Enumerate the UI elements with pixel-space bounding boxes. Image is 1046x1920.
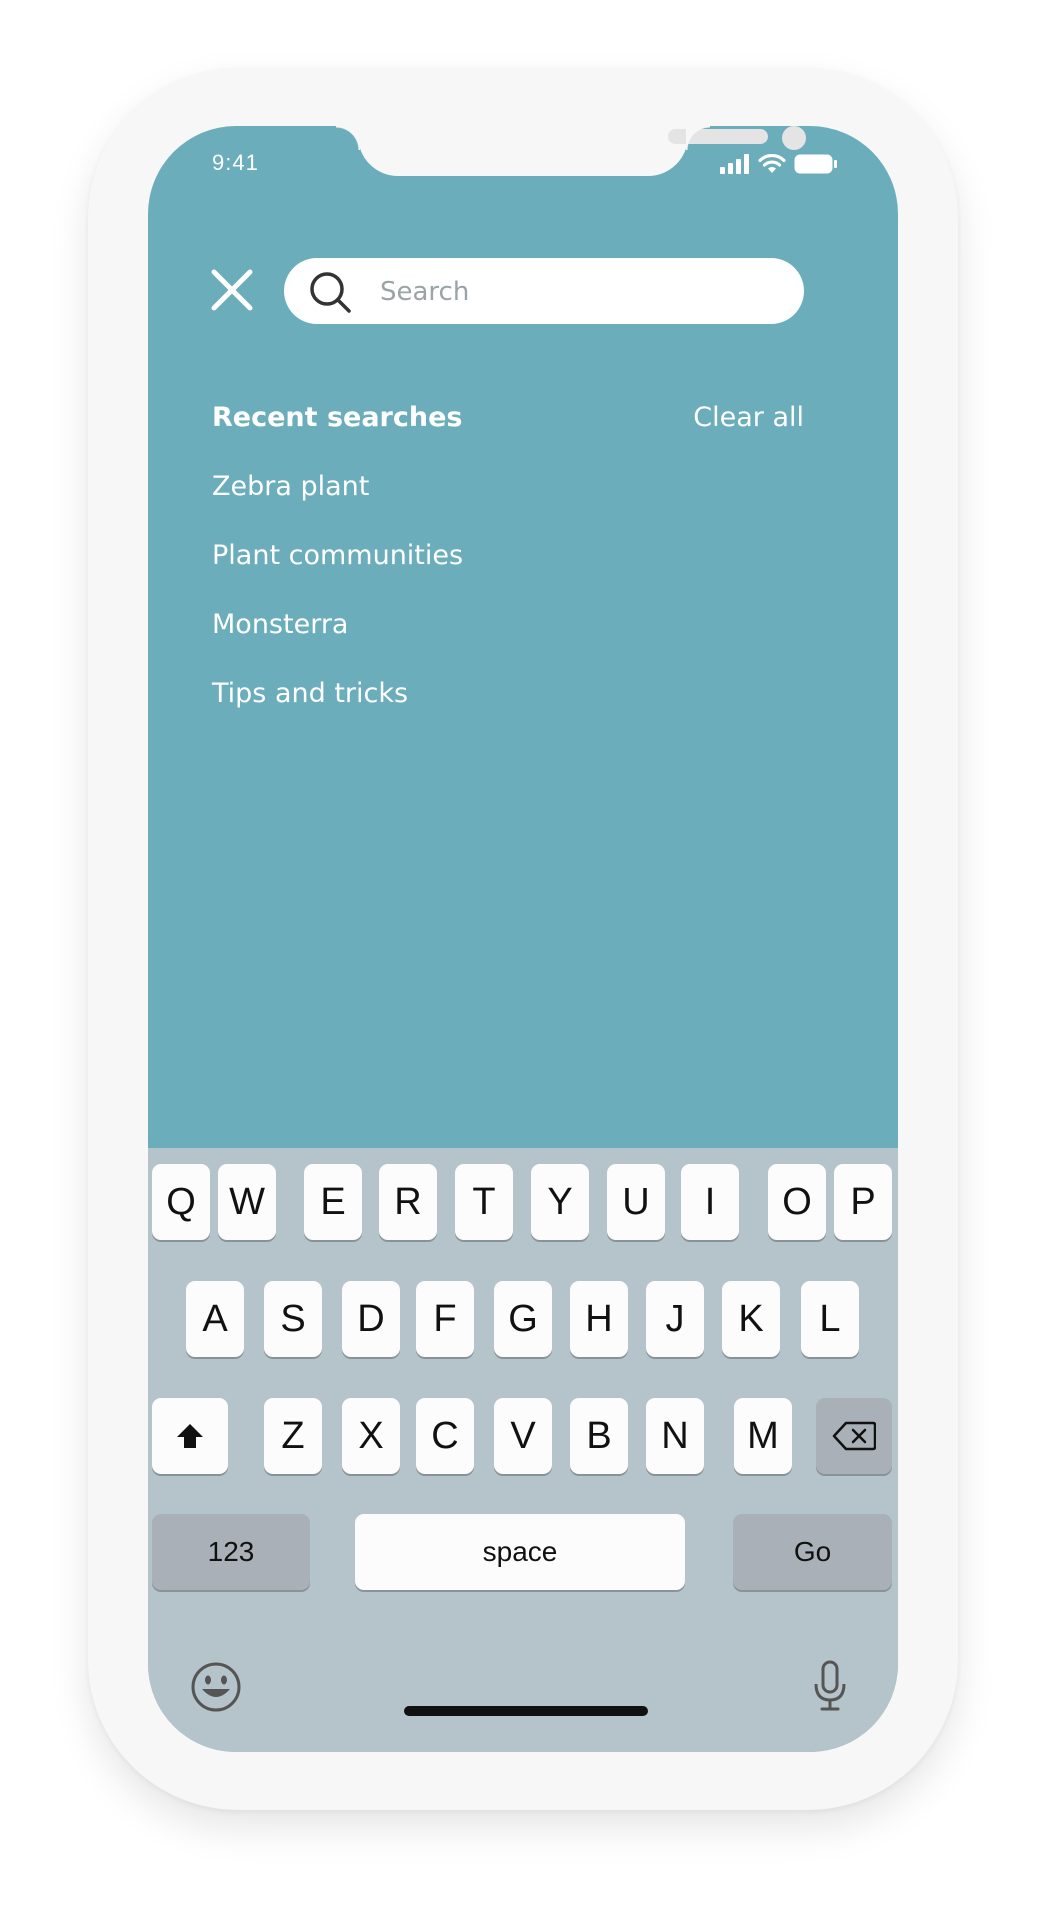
shift-icon [177, 1424, 203, 1448]
status-icons [720, 154, 838, 174]
numbers-key[interactable]: 123 [152, 1514, 310, 1590]
key-s[interactable]: S [264, 1281, 322, 1357]
key-h[interactable]: H [570, 1281, 628, 1357]
key-t[interactable]: T [455, 1164, 513, 1240]
key-v[interactable]: V [494, 1398, 552, 1474]
emoji-icon[interactable] [190, 1661, 242, 1713]
key-f[interactable]: F [416, 1281, 474, 1357]
key-w[interactable]: W [218, 1164, 276, 1240]
key-r[interactable]: R [379, 1164, 437, 1240]
space-key[interactable]: space [355, 1514, 685, 1590]
recent-search-item[interactable]: Tips and tricks [212, 679, 463, 748]
key-p[interactable]: P [834, 1164, 892, 1240]
key-b[interactable]: B [570, 1398, 628, 1474]
status-time: 9:41 [212, 150, 259, 175]
backspace-icon [832, 1421, 876, 1451]
signal-icon [720, 154, 749, 174]
recent-search-item[interactable]: Monsterra [212, 610, 463, 679]
search-icon [310, 272, 351, 313]
recent-search-item[interactable]: Zebra plant [212, 472, 463, 541]
key-g[interactable]: G [494, 1281, 552, 1357]
recent-searches-list: Zebra plant Plant communities Monsterra … [212, 472, 463, 748]
key-u[interactable]: U [607, 1164, 665, 1240]
close-icon [211, 269, 253, 311]
key-c[interactable]: C [416, 1398, 474, 1474]
microphone-icon[interactable] [812, 1660, 848, 1712]
key-n[interactable]: N [646, 1398, 704, 1474]
key-y[interactable]: Y [531, 1164, 589, 1240]
key-d[interactable]: D [342, 1281, 400, 1357]
speaker [668, 129, 768, 144]
key-e[interactable]: E [304, 1164, 362, 1240]
home-indicator[interactable] [404, 1706, 648, 1716]
recent-search-item[interactable]: Plant communities [212, 541, 463, 610]
keyboard: Q W E R T Y U I O P A S D F G H J K L Z … [148, 1148, 898, 1752]
key-j[interactable]: J [646, 1281, 704, 1357]
search-input[interactable] [378, 258, 782, 326]
key-x[interactable]: X [342, 1398, 400, 1474]
key-a[interactable]: A [186, 1281, 244, 1357]
backspace-key[interactable] [816, 1398, 892, 1474]
key-m[interactable]: M [734, 1398, 792, 1474]
close-button[interactable] [210, 268, 254, 312]
key-z[interactable]: Z [264, 1398, 322, 1474]
battery-icon [794, 154, 837, 174]
recent-searches-title: Recent searches [212, 402, 463, 433]
key-k[interactable]: K [722, 1281, 780, 1357]
key-l[interactable]: L [801, 1281, 859, 1357]
notch [336, 126, 806, 176]
key-q[interactable]: Q [152, 1164, 210, 1240]
app-screen: 9:41 Recent searches Clear a [148, 126, 898, 1752]
key-o[interactable]: O [768, 1164, 826, 1240]
search-bar[interactable] [284, 258, 804, 326]
shift-key[interactable] [152, 1398, 228, 1474]
go-key[interactable]: Go [733, 1514, 892, 1590]
clear-all-button[interactable]: Clear all [693, 402, 804, 433]
front-camera [782, 126, 806, 150]
wifi-icon [758, 154, 786, 173]
key-i[interactable]: I [681, 1164, 739, 1240]
